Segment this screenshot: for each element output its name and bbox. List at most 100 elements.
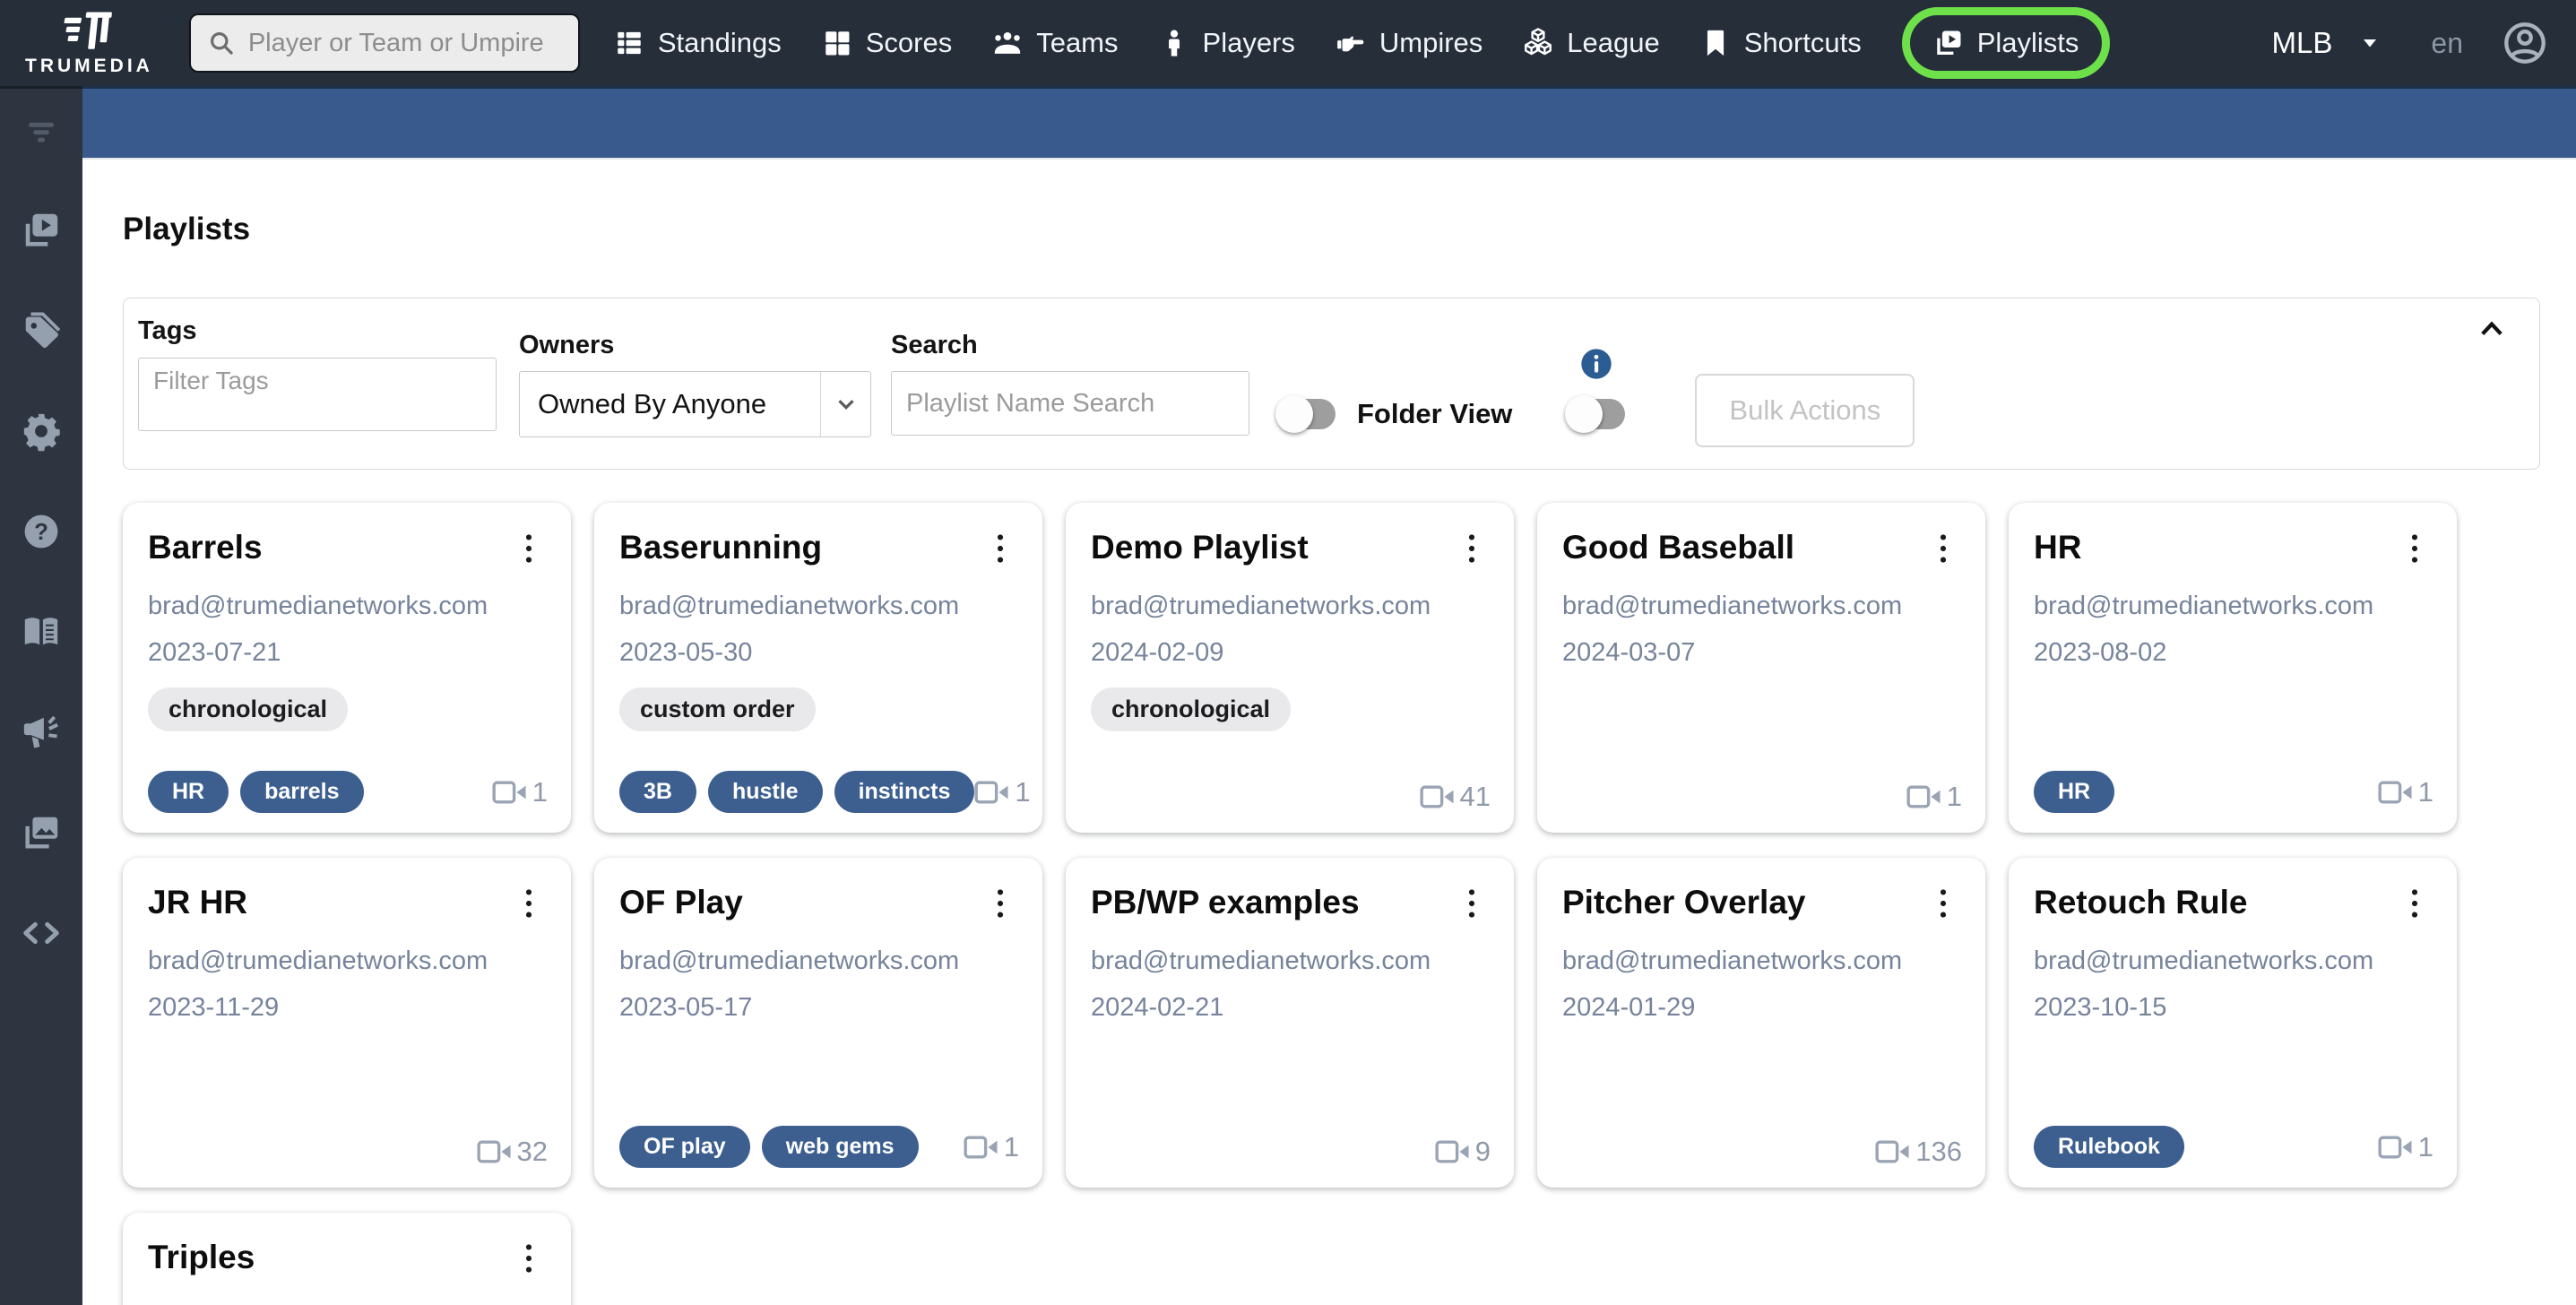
video-count: 1	[1906, 781, 1962, 813]
playlist-card[interactable]: Triples brad@trumedianetworks.com	[123, 1213, 571, 1305]
card-header: PB/WP examples	[1091, 884, 1489, 922]
nav-item-teams[interactable]: Teams	[992, 27, 1119, 59]
video-count-number: 1	[1015, 775, 1031, 808]
kebab-menu-icon[interactable]	[2399, 885, 2430, 922]
trumedia-logo[interactable]: TRUMEDIA	[25, 10, 153, 77]
account-icon[interactable]	[2501, 19, 2549, 67]
sidebar-item-glossary[interactable]	[21, 611, 62, 652]
kebab-menu-icon[interactable]	[1928, 530, 1958, 567]
sidebar-item-filter[interactable]	[22, 113, 60, 151]
playlist-title: Baserunning	[619, 529, 823, 566]
playlist-tag-pill[interactable]: OF play	[619, 1126, 750, 1168]
playlist-tag-pill[interactable]: HR	[148, 771, 229, 813]
sidebar-item-help[interactable]: ?	[21, 511, 62, 552]
sidebar-item-settings[interactable]	[21, 411, 62, 452]
video-count-number: 32	[516, 1136, 548, 1167]
playlist-card[interactable]: OF Play brad@trumedianetworks.com 2023-0…	[594, 858, 1042, 1188]
sidebar-item-developer[interactable]	[21, 912, 62, 954]
playlist-tag-pill[interactable]: Rulebook	[2034, 1126, 2184, 1168]
nav-item-playlists[interactable]: Playlists	[1901, 7, 2111, 79]
bulk-actions-button[interactable]: Bulk Actions	[1695, 374, 1915, 447]
playlist-title: Demo Playlist	[1091, 529, 1309, 566]
playlist-card[interactable]: JR HR brad@trumedianetworks.com 2023-11-…	[123, 858, 571, 1188]
playlist-owner: brad@trumedianetworks.com	[1091, 946, 1431, 975]
card-footer: 32	[148, 1136, 548, 1168]
playlist-card[interactable]: Baserunning brad@trumedianetworks.com 20…	[594, 503, 1042, 833]
league-selector[interactable]: MLB	[2272, 26, 2382, 60]
playlist-owner: brad@trumedianetworks.com	[1562, 946, 1903, 975]
kebab-menu-icon[interactable]	[985, 530, 1016, 567]
playlist-date: 2023-05-30	[619, 638, 753, 667]
playlist-owner: brad@trumedianetworks.com	[1562, 592, 1903, 620]
kebab-menu-icon[interactable]	[985, 885, 1016, 922]
folder-view-toggle[interactable]	[1275, 395, 1336, 433]
kebab-menu-icon[interactable]	[1928, 885, 1958, 922]
nav-item-players[interactable]: Players	[1159, 27, 1295, 59]
playlist-card-grid: Barrels brad@trumedianetworks.com 2023-0…	[123, 503, 2540, 1305]
playlist-tag-pill[interactable]: barrels	[240, 771, 364, 813]
nav-item-league[interactable]: League	[1523, 27, 1660, 59]
kebab-menu-icon[interactable]	[1457, 885, 1487, 922]
global-search-input[interactable]	[247, 28, 562, 58]
playlist-owner: brad@trumedianetworks.com	[2034, 946, 2374, 975]
nav-item-label: Teams	[1036, 27, 1119, 58]
playlist-tag-pill[interactable]: 3B	[619, 771, 696, 813]
owners-select[interactable]: Owned By Anyone	[519, 371, 871, 437]
playlist-tag-pill[interactable]: instincts	[834, 771, 975, 813]
video-count-number: 1	[532, 775, 548, 808]
video-count-number: 1	[2417, 1130, 2433, 1162]
video-count: 1	[964, 1131, 1019, 1163]
nav-item-label: Scores	[865, 27, 953, 58]
card-header: Triples	[148, 1239, 546, 1277]
card-header: Baserunning	[619, 529, 1017, 567]
collapse-filters-chevron-up-icon[interactable]	[2477, 315, 2507, 341]
playlist-card[interactable]: PB/WP examples brad@trumedianetworks.com…	[1066, 858, 1514, 1188]
nav-item-label: Shortcuts	[1743, 27, 1862, 58]
order-pill-row: chronological	[148, 668, 546, 731]
shortcuts-icon	[1700, 28, 1731, 58]
playlist-card[interactable]: Good Baseball brad@trumedianetworks.com …	[1537, 503, 1985, 833]
kebab-menu-icon[interactable]	[514, 530, 544, 567]
tag-list: HR barrels	[148, 771, 364, 813]
main-nav-menu: Standings Scores Teams Players Umpires League…	[614, 7, 2111, 79]
sidebar-item-announcements[interactable]	[21, 712, 62, 753]
kebab-menu-icon[interactable]	[2399, 530, 2430, 567]
playlist-card[interactable]: Pitcher Overlay brad@trumedianetworks.co…	[1537, 858, 1985, 1188]
nav-item-shortcuts[interactable]: Shortcuts	[1700, 27, 1862, 59]
nav-item-scores[interactable]: Scores	[822, 27, 952, 59]
bulk-actions-toggle[interactable]	[1565, 394, 1626, 433]
tag-list: Rulebook	[2034, 1126, 2184, 1168]
video-count: 9	[1435, 1136, 1491, 1168]
playlist-tag-pill[interactable]: hustle	[707, 771, 823, 813]
playlist-title: OF Play	[619, 884, 743, 920]
global-search[interactable]	[188, 13, 580, 73]
toggle-knob	[1275, 395, 1313, 433]
card-footer: HR barrels 1	[148, 771, 548, 813]
playlist-name-search-input[interactable]	[891, 371, 1249, 436]
playlist-title: Pitcher Overlay	[1562, 884, 1806, 920]
kebab-menu-icon[interactable]	[514, 1240, 544, 1277]
kebab-menu-icon[interactable]	[514, 885, 544, 922]
playlist-tag-pill[interactable]: web gems	[761, 1126, 919, 1168]
video-count-number: 136	[1915, 1136, 1962, 1167]
card-header: OF Play	[619, 884, 1017, 922]
language-toggle[interactable]: en	[2431, 27, 2463, 60]
playlist-card[interactable]: Barrels brad@trumedianetworks.com 2023-0…	[123, 503, 571, 833]
playlist-card[interactable]: Retouch Rule brad@trumedianetworks.com 2…	[2009, 858, 2457, 1188]
sidebar-item-playlists[interactable]	[21, 210, 62, 251]
video-count-number: 9	[1474, 1136, 1491, 1167]
order-pill-row: chronological	[1091, 668, 1489, 731]
nav-item-standings[interactable]: Standings	[614, 27, 782, 59]
nav-item-umpires[interactable]: Umpires	[1336, 27, 1482, 59]
playlist-card[interactable]: Demo Playlist brad@trumedianetworks.com …	[1066, 503, 1514, 833]
tags-filter-input[interactable]	[138, 358, 497, 431]
playlist-tag-pill[interactable]: HR	[2034, 771, 2115, 813]
playlist-card[interactable]: HR brad@trumedianetworks.com 2023-08-02 …	[2009, 503, 2457, 833]
folder-view-label: Folder View	[1357, 398, 1513, 429]
search-label: Search	[891, 331, 978, 359]
info-icon[interactable]	[1578, 346, 1614, 382]
kebab-menu-icon[interactable]	[1457, 530, 1487, 567]
video-camera-icon	[964, 1133, 999, 1162]
sidebar-item-tags[interactable]	[21, 310, 62, 351]
sidebar-item-media-gallery[interactable]	[21, 812, 62, 853]
